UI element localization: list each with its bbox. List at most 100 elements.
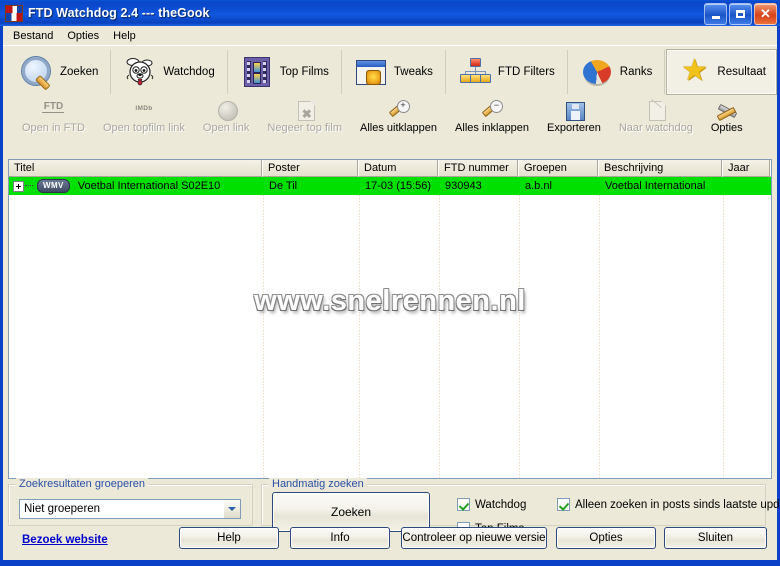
- close-icon: ✕: [760, 6, 771, 21]
- window-controls: ✕: [704, 3, 777, 25]
- results-list[interactable]: Titel Poster Datum FTD nummer Groepen Be…: [8, 159, 772, 479]
- results-header-row: Titel Poster Datum FTD nummer Groepen Be…: [9, 160, 771, 177]
- toolbar-button-top-films[interactable]: Top Films: [229, 49, 340, 95]
- toolbar-separator: [664, 50, 666, 94]
- globe-icon: [215, 100, 239, 121]
- menu-item-opties[interactable]: Opties: [60, 28, 106, 44]
- subtoolbar-label-alles-inklappen: Alles inklappen: [455, 122, 530, 134]
- close-dialog-button[interactable]: Sluiten: [664, 527, 767, 549]
- imdb-text-icon: IMDb: [135, 105, 153, 112]
- cell-titel-text: Voetbal International S02E10: [77, 180, 221, 192]
- column-header-jaar[interactable]: Jaar: [723, 160, 771, 177]
- subtoolbar-button-open-in-ftd[interactable]: FTD Open in FTD: [13, 100, 94, 134]
- close-button[interactable]: ✕: [754, 3, 777, 25]
- subtoolbar-label-alles-uitklappen: Alles uitklappen: [359, 122, 438, 134]
- window-gear-icon: [354, 55, 388, 89]
- toolbar-label-top-films: Top Films: [279, 66, 329, 78]
- cell-beschrijving: Voetbal International: [605, 180, 706, 192]
- cell-titel[interactable]: WMV Voetbal International S02E10: [9, 177, 263, 195]
- minimize-icon: [711, 16, 720, 19]
- group-handmatig-zoeken: Handmatig zoeken Zoeken Watchdog Top Fil…: [261, 478, 780, 535]
- format-badge-wmv: WMV: [37, 179, 70, 193]
- subtoolbar-button-alles-inklappen[interactable]: − Alles inklappen: [446, 100, 538, 134]
- column-header-ftd-nummer[interactable]: FTD nummer: [439, 160, 519, 177]
- checkbox-alleen-zoeken-label: Alleen zoeken in posts sinds laatste upd…: [575, 498, 780, 511]
- menu-bar: Bestand Opties Help: [3, 26, 777, 45]
- subtoolbar-label-exporteren: Exporteren: [547, 122, 601, 134]
- column-header-beschrijving[interactable]: Beschrijving: [599, 160, 723, 177]
- dog-icon: [123, 55, 157, 89]
- title-bar: FTD Watchdog 2.4 --- theGook ✕: [0, 0, 780, 26]
- column-header-groepen[interactable]: Groepen: [519, 160, 599, 177]
- check-new-version-button[interactable]: Controleer op nieuwe versie: [401, 527, 547, 549]
- subtoolbar-button-negeer-top-film[interactable]: ✖ Negeer top film: [258, 100, 351, 134]
- column-header-datum[interactable]: Datum: [359, 160, 439, 177]
- subtoolbar-label-opties: Opties: [710, 122, 743, 134]
- cell-jaar: [723, 177, 771, 195]
- table-row[interactable]: WMV Voetbal International S02E10 De Til …: [9, 177, 771, 195]
- maximize-button[interactable]: [729, 3, 752, 25]
- subtoolbar-button-naar-watchdog[interactable]: Naar watchdog: [610, 98, 702, 134]
- collapse-all-icon: −: [481, 100, 504, 121]
- toolbar-label-watchdog: Watchdog: [163, 66, 215, 78]
- subtoolbar-label-open-topfilm-link: Open topfilm link: [102, 122, 185, 134]
- column-header-titel[interactable]: Titel: [9, 160, 263, 177]
- menu-item-bestand[interactable]: Bestand: [6, 28, 60, 44]
- menu-item-help[interactable]: Help: [106, 28, 143, 44]
- toolbar-separator: [566, 50, 568, 94]
- application-window: FTD Watchdog 2.4 --- theGook ✕ Bestand O…: [0, 0, 780, 566]
- tree-line: [25, 185, 33, 187]
- subtoolbar-label-naar-watchdog: Naar watchdog: [618, 122, 693, 134]
- toolbar-separator: [226, 50, 228, 94]
- checkbox-alleen-zoeken-box[interactable]: [557, 498, 570, 511]
- sub-toolbar: FTD Open in FTD IMDb Open topfilm link O…: [3, 98, 777, 144]
- toolbar-label-zoeken: Zoeken: [60, 66, 99, 78]
- toolbar-button-watchdog[interactable]: Watchdog: [112, 49, 225, 95]
- toolbar-button-tweaks[interactable]: Tweaks: [343, 49, 444, 95]
- search-button[interactable]: Zoeken: [272, 492, 430, 532]
- subtoolbar-label-open-link: Open link: [202, 122, 250, 134]
- group-title-zoekresultaten: Zoekresultaten groeperen: [16, 478, 148, 490]
- chevron-down-icon[interactable]: [223, 500, 240, 518]
- group-title-handmatig-zoeken: Handmatig zoeken: [269, 478, 367, 490]
- toolbar-separator: [444, 50, 446, 94]
- page-delete-icon: ✖: [294, 100, 316, 121]
- column-header-poster[interactable]: Poster: [263, 160, 359, 177]
- toolbar-button-ranks[interactable]: Ranks: [569, 49, 664, 95]
- main-toolbar: Zoeken Watchdog Top Films Tweaks FTD Fil…: [3, 45, 777, 98]
- checkbox-watchdog-box[interactable]: [457, 498, 470, 511]
- client-area: Bestand Opties Help Zoeken Watchdog Top …: [3, 26, 780, 560]
- toolbar-button-zoeken[interactable]: Zoeken: [9, 49, 109, 95]
- toolbar-label-ftd-filters: FTD Filters: [497, 66, 555, 78]
- options-button[interactable]: Opties: [556, 527, 656, 549]
- ftd-app-icon: [5, 4, 23, 22]
- subtoolbar-button-opties[interactable]: Opties: [702, 100, 752, 134]
- help-button[interactable]: Help: [179, 527, 279, 549]
- star-icon: ★: [680, 54, 708, 87]
- expand-row-icon[interactable]: [13, 180, 24, 192]
- toolbar-button-ftd-filters[interactable]: FTD Filters: [447, 49, 566, 95]
- checkbox-watchdog[interactable]: Watchdog: [457, 498, 526, 511]
- subtoolbar-button-exporteren[interactable]: Exporteren: [538, 100, 610, 134]
- visit-website-link[interactable]: Bezoek website: [22, 534, 108, 546]
- subtoolbar-button-alles-uitklappen[interactable]: + Alles uitklappen: [351, 100, 446, 134]
- subtoolbar-button-open-link[interactable]: Open link: [194, 100, 258, 134]
- minimize-button[interactable]: [704, 3, 727, 25]
- save-disk-icon: [563, 100, 585, 121]
- toolbar-button-resultaat[interactable]: ★ Resultaat: [666, 49, 777, 95]
- toolbar-label-tweaks: Tweaks: [393, 66, 433, 78]
- group-by-select[interactable]: Niet groeperen: [19, 499, 241, 519]
- cell-ftd-nummer: 930943: [445, 180, 482, 192]
- window-title: FTD Watchdog 2.4 --- theGook: [28, 6, 210, 20]
- group-zoekresultaten-groeperen: Zoekresultaten groeperen Niet groeperen: [8, 478, 253, 526]
- info-button[interactable]: Info: [290, 527, 390, 549]
- tree-nodes-icon: [458, 55, 492, 89]
- tools-icon: [716, 100, 738, 122]
- maximize-icon: [736, 10, 745, 18]
- toolbar-separator: [340, 50, 342, 94]
- cell-poster: De Til: [269, 180, 298, 192]
- magnifier-icon: [20, 55, 54, 91]
- toolbar-separator: [110, 50, 112, 94]
- checkbox-alleen-zoeken-sinds-update[interactable]: Alleen zoeken in posts sinds laatste upd…: [557, 498, 780, 511]
- subtoolbar-button-open-topfilm-link[interactable]: IMDb Open topfilm link: [94, 100, 194, 134]
